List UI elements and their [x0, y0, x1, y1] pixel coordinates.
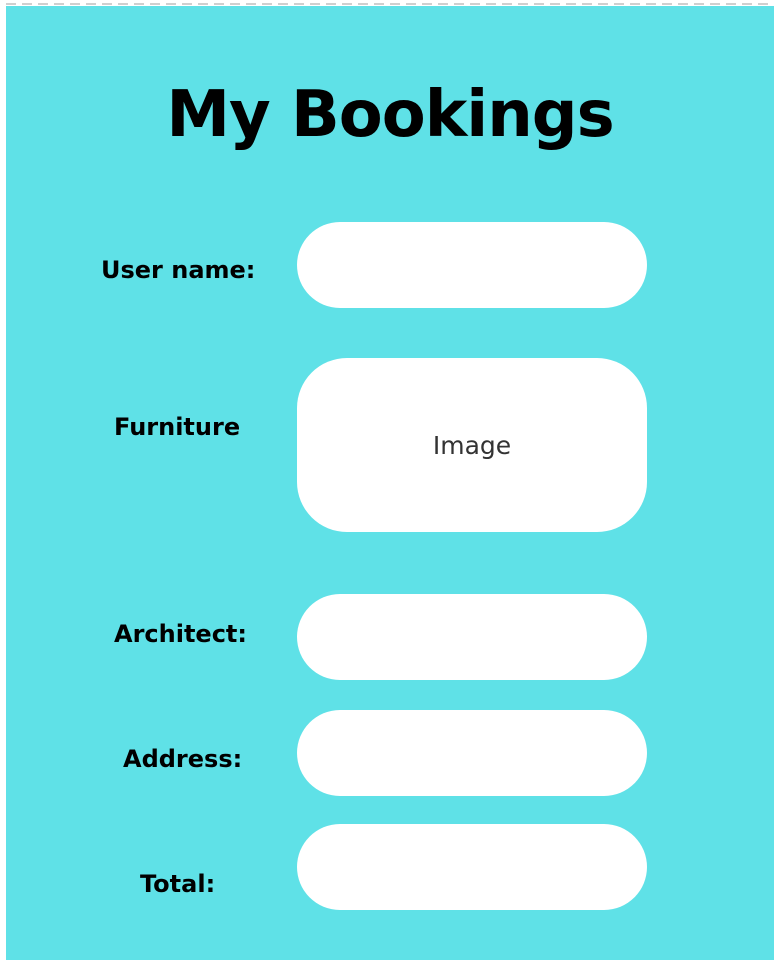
page-title: My Bookings: [166, 78, 614, 152]
furniture-image-placeholder[interactable]: Image: [297, 358, 647, 532]
architect-label: Architect:: [114, 620, 247, 648]
image-placeholder-text: Image: [432, 430, 512, 460]
username-label: User name:: [101, 256, 256, 284]
bookings-panel: My Bookings User name: Furniture Image A…: [6, 3, 774, 960]
address-label: Address:: [123, 745, 243, 773]
total-field[interactable]: [297, 824, 647, 910]
furniture-label: Furniture: [114, 413, 241, 441]
username-field[interactable]: [297, 222, 647, 308]
total-label: Total:: [140, 870, 216, 898]
architect-field[interactable]: [297, 594, 647, 680]
address-field[interactable]: [297, 710, 647, 796]
